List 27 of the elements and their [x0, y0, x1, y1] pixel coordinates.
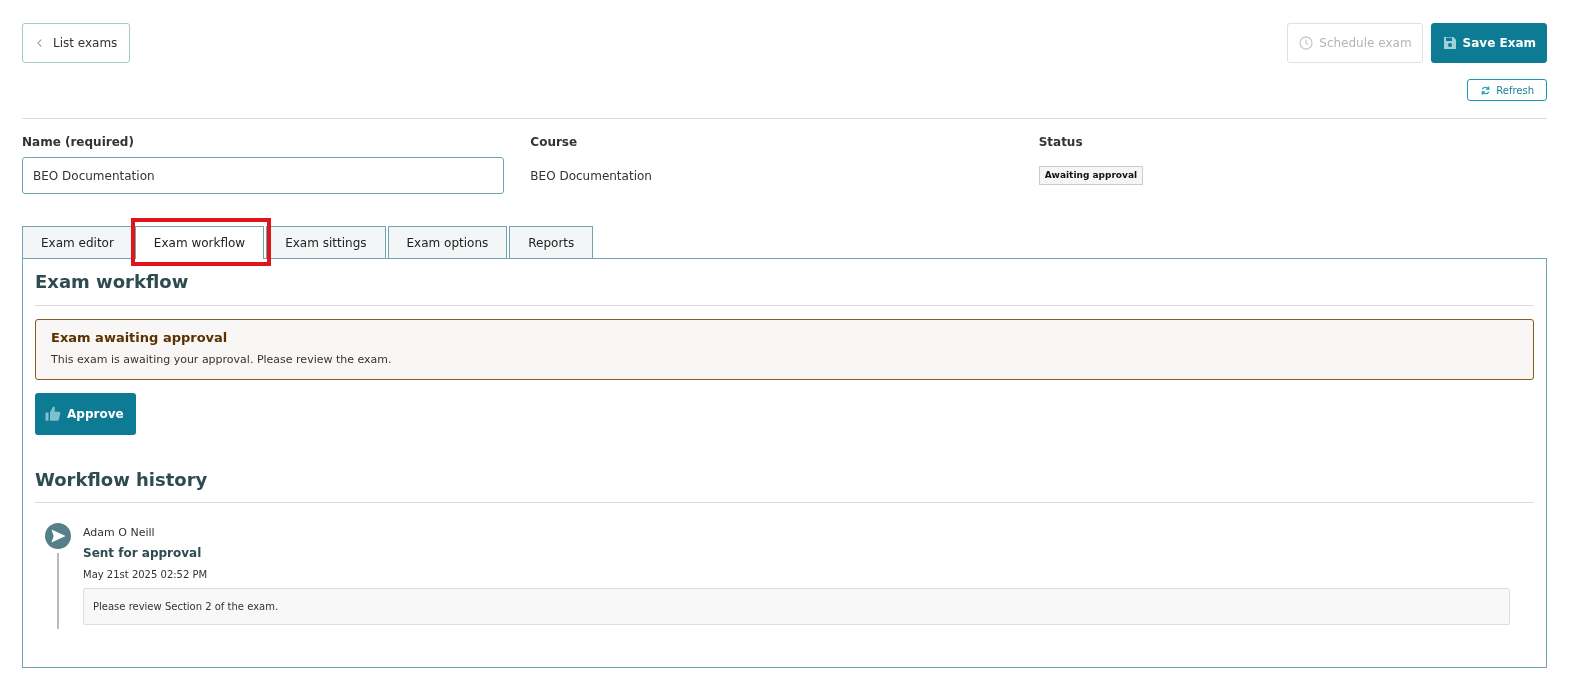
alert-title: Exam awaiting approval — [51, 328, 229, 347]
approve-button[interactable]: Approve — [35, 392, 136, 435]
section-heading: Workflow history — [35, 468, 209, 491]
event-date: May 21st 2025 02:52 PM — [83, 567, 209, 582]
alert-text: This exam is awaiting your approval. Please review the exam. — [51, 352, 393, 369]
event-title: Sent for approval — [83, 544, 203, 562]
tab[interactable]: Exam options — [387, 226, 508, 258]
send-icon — [45, 523, 71, 550]
field-label: Name (required) — [22, 134, 135, 151]
tab[interactable]: Exam sittings — [266, 226, 386, 258]
author-name: Adam O Neill — [83, 525, 156, 542]
back-button[interactable]: List exams — [22, 23, 131, 63]
field-label: Course — [530, 134, 579, 151]
tab[interactable]: Exam editor — [22, 226, 133, 258]
tab[interactable]: Reports — [509, 226, 594, 258]
field-value: BEO Documentation — [530, 167, 652, 185]
status-badge: Awaiting approval — [1038, 165, 1144, 186]
field-label: Status — [1038, 134, 1084, 151]
comment-text: Please review Section 2 of the exam. — [83, 587, 1510, 625]
tab[interactable]: Exam workflow — [134, 226, 265, 259]
thumbs-up-icon — [44, 404, 62, 423]
clock-icon — [1298, 35, 1315, 51]
refresh-button[interactable]: Refresh — [1467, 79, 1547, 101]
section-heading: Exam workflow — [35, 271, 190, 293]
save-button[interactable]: Save Exam — [1430, 23, 1547, 63]
refresh-icon — [1480, 84, 1492, 96]
name-input-field[interactable]: BEO Documentation — [22, 157, 505, 194]
